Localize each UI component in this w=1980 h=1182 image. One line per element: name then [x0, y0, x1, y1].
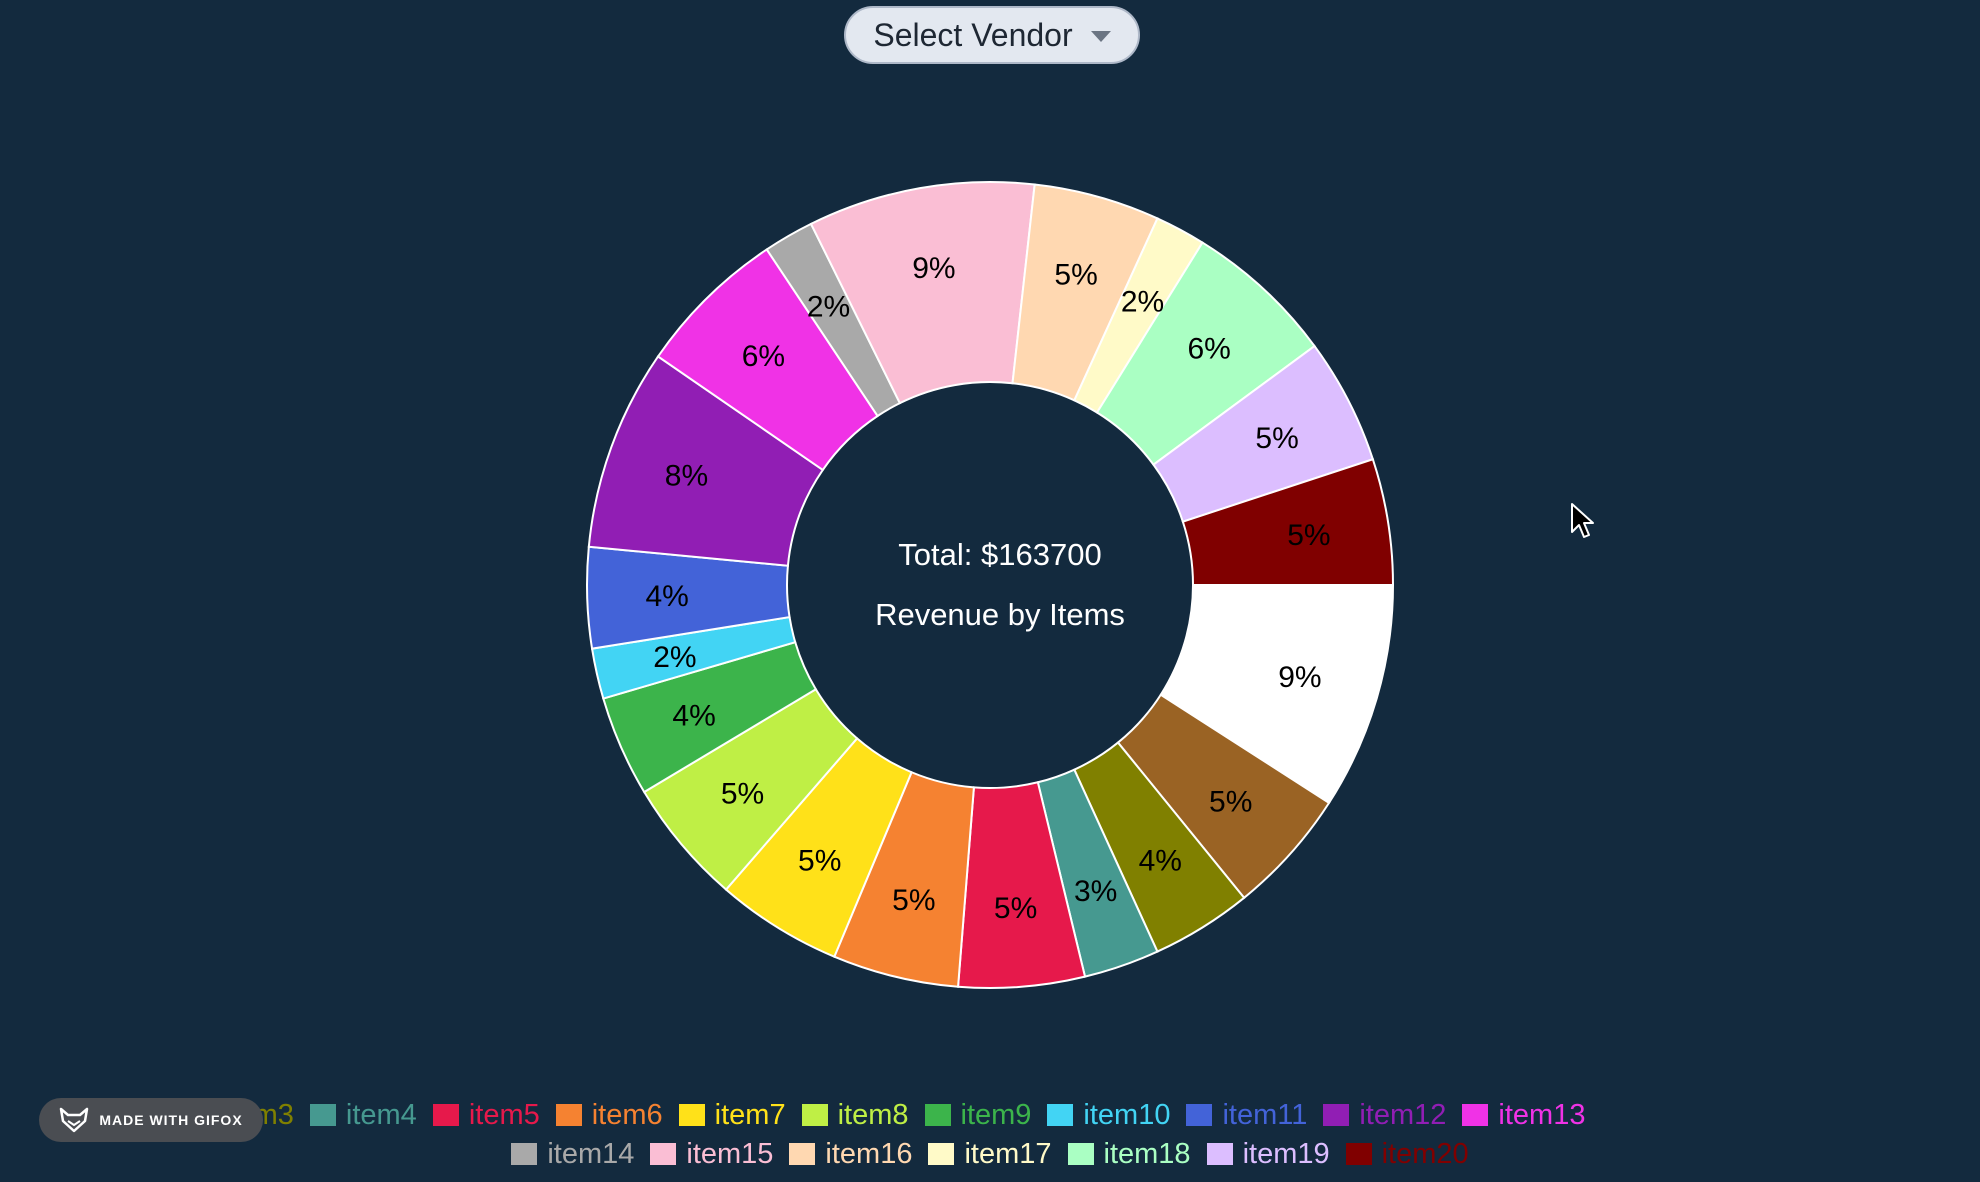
legend-item-item5[interactable]: item5	[432, 1098, 540, 1132]
legend-label: item15	[686, 1137, 774, 1170]
slice-label-item15: 9%	[912, 252, 955, 285]
legend-row-1: em2item3item4item5item6item7item8item9it…	[0, 1095, 1840, 1135]
legend-label: item4	[345, 1098, 417, 1131]
legend-item-item11[interactable]: item11	[1186, 1099, 1307, 1132]
legend-swatch	[1047, 1104, 1074, 1126]
slice-label-item7: 5%	[798, 844, 841, 877]
legend-swatch	[650, 1143, 677, 1165]
legend-label: item12	[1359, 1098, 1447, 1131]
donut-slices	[586, 181, 1395, 989]
fox-logo-icon	[60, 1107, 89, 1133]
legend-label: item20	[1381, 1137, 1469, 1170]
legend-swatch	[678, 1104, 705, 1126]
legend-swatch	[309, 1104, 336, 1126]
gifox-watermark-badge: MADE WITH GIFOX	[39, 1098, 263, 1142]
legend-swatch	[789, 1143, 816, 1165]
legend-label: item14	[547, 1137, 635, 1170]
chart-total-text: Total: $163700	[898, 537, 1101, 572]
legend-item-item17[interactable]: item17	[928, 1137, 1052, 1171]
slice-label-item6: 5%	[892, 884, 935, 917]
legend-swatch	[1067, 1143, 1094, 1165]
legend-label: item8	[837, 1098, 909, 1131]
legend-swatch	[928, 1143, 955, 1165]
legend-item-item12[interactable]: item12	[1323, 1099, 1446, 1132]
legend-label: item6	[591, 1098, 663, 1131]
slice-label-item14: 2%	[807, 290, 850, 323]
slice-label-item2: 5%	[1209, 785, 1252, 818]
slice-label-item17: 2%	[1121, 285, 1164, 318]
slice-label-item3: 4%	[1139, 844, 1182, 877]
legend-item-item9[interactable]: item9	[924, 1098, 1032, 1132]
legend-label: item18	[1103, 1137, 1191, 1170]
legend-item-item7[interactable]: item7	[678, 1098, 786, 1132]
slice-label-item1: 9%	[1278, 661, 1321, 694]
legend-swatch	[1323, 1104, 1350, 1126]
mouse-pointer-icon	[1571, 503, 1594, 538]
legend-label: item13	[1498, 1098, 1586, 1131]
legend-swatch	[1462, 1104, 1489, 1126]
legend-item-item15[interactable]: item15	[650, 1138, 773, 1171]
gifox-badge-text: MADE WITH GIFOX	[99, 1112, 243, 1128]
slice-label-item16: 5%	[1054, 259, 1097, 292]
legend-label: item19	[1242, 1137, 1330, 1170]
slice-label-item12: 8%	[665, 460, 708, 493]
chart-title-text: Revenue by Items	[875, 597, 1125, 632]
legend-item-item16[interactable]: item16	[789, 1138, 912, 1171]
legend-item-item6[interactable]: item6	[555, 1098, 663, 1132]
legend-label: item9	[960, 1098, 1032, 1131]
legend-swatch	[1186, 1104, 1213, 1126]
slice-label-item10: 2%	[653, 641, 696, 674]
donut-chart: 9% 5% 4% 3% 5% 5% 5% 5% 4% 2% 4% 8% 6% 2% 9% 5% 2% 6% 5% 5%…	[586, 181, 1395, 989]
legend-item-item18[interactable]: item18	[1067, 1137, 1191, 1171]
legend-swatch	[801, 1104, 828, 1126]
slice-label-item4: 3%	[1074, 875, 1117, 908]
legend-label: item7	[714, 1098, 786, 1131]
slice-label-item20: 5%	[1287, 519, 1330, 552]
slice-label-item13: 6%	[742, 340, 785, 373]
legend-label: item5	[468, 1098, 540, 1131]
legend-label: item16	[825, 1137, 913, 1170]
legend-swatch	[511, 1143, 538, 1165]
legend-label: item17	[964, 1137, 1052, 1170]
legend-item-item4[interactable]: item4	[309, 1098, 417, 1132]
slice-label-item8: 5%	[721, 778, 764, 811]
legend-label: item10	[1083, 1098, 1171, 1131]
legend-item-item14[interactable]: item14	[511, 1138, 634, 1171]
legend-item-item8[interactable]: item8	[801, 1098, 909, 1132]
slice-label-item18: 6%	[1187, 333, 1230, 366]
slice-label-item9: 4%	[672, 700, 715, 733]
legend-swatch	[924, 1104, 951, 1126]
legend-item-item10[interactable]: item10	[1047, 1099, 1170, 1132]
slice-label-item19: 5%	[1255, 422, 1298, 455]
legend-item-item20[interactable]: item20	[1345, 1137, 1469, 1171]
slice-label-item11: 4%	[645, 580, 688, 613]
legend-swatch	[1206, 1143, 1233, 1165]
legend-swatch	[432, 1104, 459, 1126]
legend-swatch	[555, 1104, 582, 1126]
legend-label: item11	[1222, 1098, 1308, 1131]
legend-row-2: item14 item15 item16 item17 item18 item19 item…	[0, 1134, 1980, 1174]
legend-item-item19[interactable]: item19	[1206, 1137, 1330, 1171]
legend-item-item13[interactable]: item13	[1462, 1099, 1585, 1132]
legend-swatch	[1345, 1143, 1372, 1165]
slice-label-item5: 5%	[994, 892, 1037, 925]
